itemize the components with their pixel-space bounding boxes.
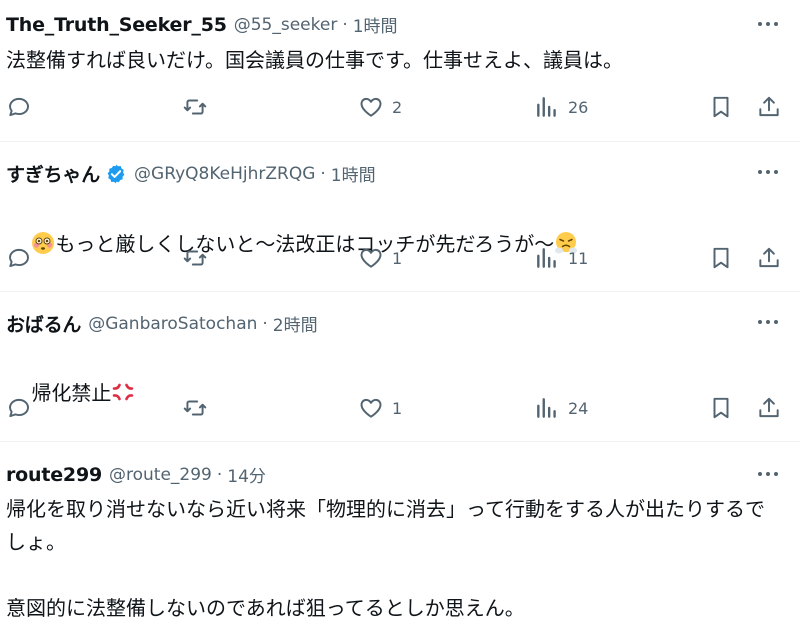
repost-button[interactable]	[182, 395, 208, 421]
timestamp[interactable]: 1時間	[353, 12, 398, 37]
action-bar: 1 11	[0, 245, 800, 275]
tweet-text-line: 帰化禁止	[6, 344, 782, 443]
tweet-text: 帰化を取り消せないなら近い将来「物理的に消去」って行動をする人が出たりするでしょ…	[6, 497, 765, 620]
views-button[interactable]: 26	[534, 94, 588, 120]
share-button[interactable]	[756, 245, 782, 271]
more-options-icon[interactable]	[756, 162, 780, 182]
like-count: 1	[392, 248, 403, 268]
separator: ·	[342, 14, 348, 35]
view-count: 26	[568, 97, 589, 117]
handle[interactable]: @55_seeker	[234, 15, 338, 35]
repost-icon	[183, 99, 207, 115]
reply-button[interactable]	[6, 395, 32, 421]
bookmark-icon	[713, 397, 729, 419]
reply-button[interactable]	[6, 94, 32, 120]
reply-icon	[9, 97, 29, 117]
like-button[interactable]: 1	[358, 395, 402, 421]
bookmark-button[interactable]	[708, 395, 734, 421]
more-options-icon[interactable]	[756, 464, 780, 484]
display-name[interactable]: おばるん	[6, 310, 81, 337]
repost-icon	[183, 400, 207, 416]
handle[interactable]: @GRyQ8KeHjhrZRQG	[134, 164, 315, 184]
tweet-header: route299 @route_299 · 14分	[6, 462, 266, 488]
share-button[interactable]	[756, 94, 782, 120]
action-bar: 2 26	[0, 94, 800, 124]
like-button[interactable]: 1	[358, 245, 402, 271]
tweet[interactable]: route299 @route_299 · 14分 帰化を取り消せないなら近い将…	[0, 442, 800, 621]
view-count: 11	[568, 248, 589, 268]
display-name[interactable]: route299	[6, 464, 102, 486]
heart-icon	[360, 398, 382, 418]
bookmark-icon	[713, 247, 729, 269]
bookmark-button[interactable]	[708, 245, 734, 271]
timestamp[interactable]: 1時間	[331, 161, 376, 186]
verified-badge-icon	[107, 164, 125, 183]
tweet[interactable]: すぎちゃん @GRyQ8KeHjhrZRQG · 1時間 もっと厳しくしないと〜…	[0, 142, 800, 292]
repost-icon	[183, 250, 207, 266]
view-count: 24	[568, 398, 589, 418]
like-count: 2	[392, 97, 403, 117]
tweet-header: すぎちゃん @GRyQ8KeHjhrZRQG · 1時間	[6, 160, 376, 187]
views-chart-icon	[537, 97, 556, 117]
separator: ·	[320, 163, 326, 184]
reply-icon	[9, 398, 29, 418]
views-chart-icon	[537, 248, 556, 268]
share-icon	[759, 247, 779, 268]
tweet-header: おばるん @GanbaroSatochan · 2時間	[6, 310, 318, 337]
handle[interactable]: @GanbaroSatochan	[88, 314, 257, 334]
like-count: 1	[392, 398, 403, 418]
heart-icon	[360, 248, 382, 268]
action-bar: 1 24	[0, 395, 800, 425]
views-button[interactable]: 11	[534, 245, 588, 271]
heart-icon	[360, 97, 382, 117]
views-button[interactable]: 24	[534, 395, 588, 421]
like-button[interactable]: 2	[358, 94, 402, 120]
handle[interactable]: @route_299	[109, 465, 212, 485]
more-options-icon[interactable]	[756, 14, 780, 34]
repost-button[interactable]	[182, 245, 208, 271]
tweet-header: The_Truth_Seeker_55 @55_seeker · 1時間	[6, 12, 398, 38]
timestamp[interactable]: 14分	[227, 462, 266, 487]
separator: ·	[216, 464, 223, 485]
share-button[interactable]	[756, 395, 782, 421]
display-name[interactable]: The_Truth_Seeker_55	[6, 14, 227, 36]
share-icon	[759, 397, 779, 418]
reply-button[interactable]	[6, 245, 32, 271]
bookmark-button[interactable]	[708, 94, 734, 120]
display-name[interactable]: すぎちゃん	[6, 160, 100, 187]
tweet[interactable]: The_Truth_Seeker_55 @55_seeker · 1時間 法整備…	[0, 0, 800, 142]
tweet-text: 法整備すれば良いだけ。国会議員の仕事です。仕事せえよ、議員は。	[6, 48, 623, 72]
share-icon	[759, 96, 779, 117]
separator: ·	[262, 313, 268, 334]
timestamp[interactable]: 2時間	[273, 311, 318, 336]
more-options-icon[interactable]	[756, 312, 780, 332]
reply-icon	[9, 248, 29, 268]
tweet[interactable]: おばるん @GanbaroSatochan · 2時間 帰化禁止 1 24	[0, 292, 800, 442]
views-chart-icon	[537, 398, 556, 418]
repost-button[interactable]	[182, 94, 208, 120]
bookmark-icon	[713, 96, 729, 118]
